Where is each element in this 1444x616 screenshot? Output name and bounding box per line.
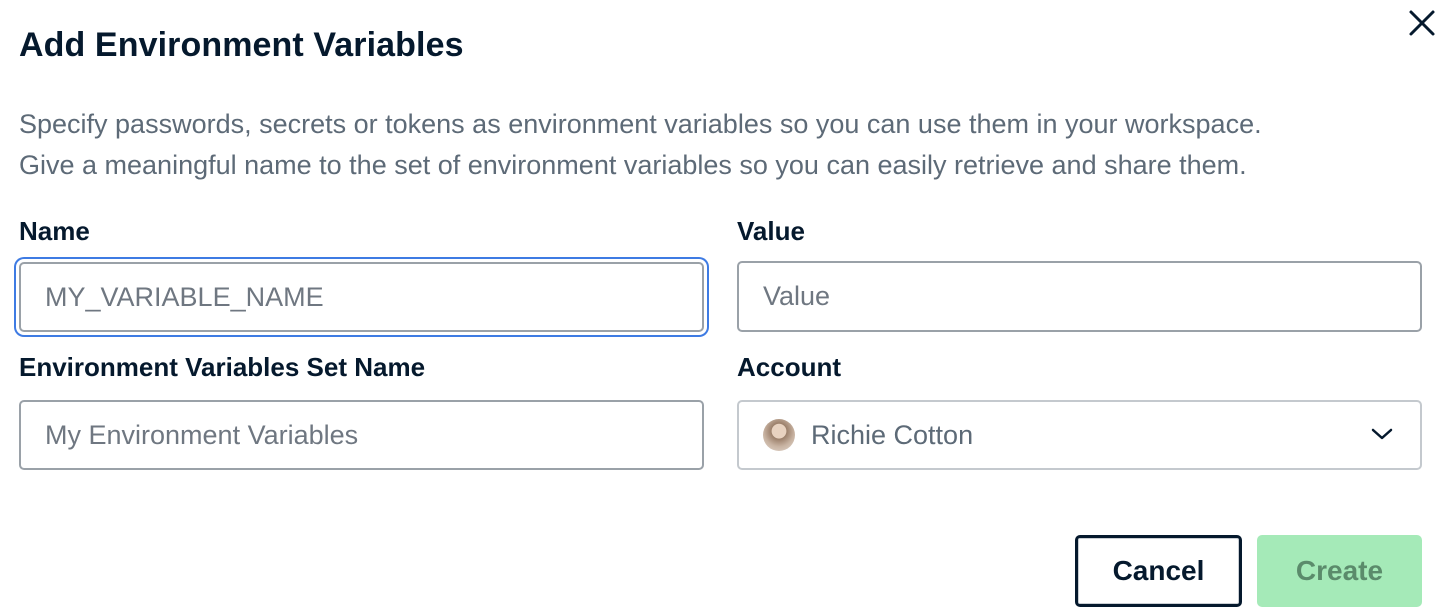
dialog-description: Specify passwords, secrets or tokens as … — [19, 104, 1419, 186]
set-name-label: Environment Variables Set Name — [19, 352, 426, 382]
account-select[interactable]: Richie Cotton — [737, 400, 1422, 470]
avatar — [763, 419, 795, 451]
create-button[interactable]: Create — [1257, 535, 1422, 607]
value-label: Value — [737, 216, 805, 246]
cancel-button[interactable]: Cancel — [1075, 535, 1242, 607]
value-input[interactable] — [737, 261, 1422, 332]
close-icon — [1409, 10, 1435, 36]
name-label: Name — [19, 216, 90, 246]
name-input[interactable] — [19, 262, 704, 332]
dialog-title: Add Environment Variables — [19, 26, 464, 64]
chevron-down-icon — [1371, 428, 1393, 440]
add-environment-variables-dialog: Add Environment Variables Specify passwo… — [0, 0, 1444, 616]
account-label: Account — [737, 352, 841, 382]
account-selected-value: Richie Cotton — [811, 419, 974, 450]
description-line-1: Specify passwords, secrets or tokens as … — [19, 109, 1262, 139]
set-name-input[interactable] — [19, 400, 704, 470]
description-line-2: Give a meaningful name to the set of env… — [19, 150, 1247, 180]
close-button[interactable] — [1405, 6, 1439, 40]
